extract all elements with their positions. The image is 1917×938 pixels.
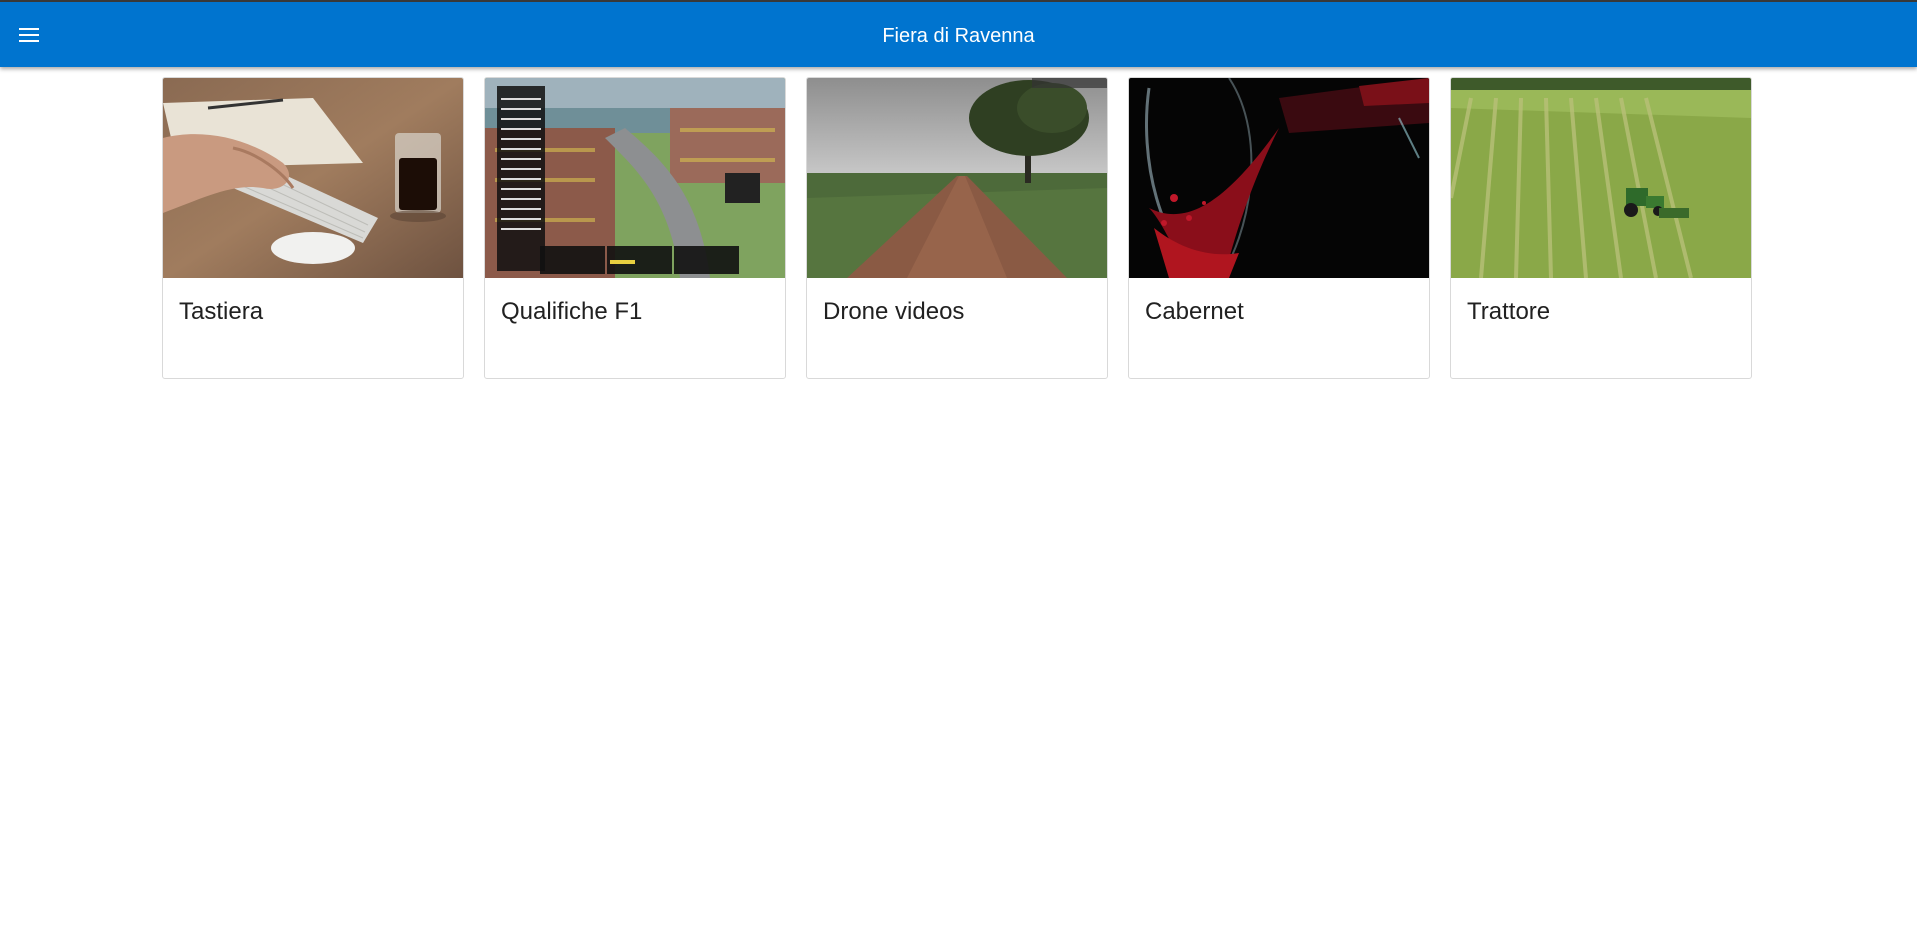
video-card-cabernet[interactable]: Cabernet [1128,77,1430,379]
app-bar: Fiera di Ravenna [0,2,1917,67]
card-title: Cabernet [1145,298,1244,325]
video-card-tastiera[interactable]: Tastiera [162,77,464,379]
red-wine-pour-thumbnail[interactable] [1129,78,1429,278]
tractor-field-thumbnail[interactable] [1451,78,1751,278]
app-title: Fiera di Ravenna [882,25,1035,47]
video-card-qualifiche-f1[interactable]: Qualifiche F1 [484,77,786,379]
video-card-drone-videos[interactable]: Drone videos [806,77,1108,379]
card-title: Trattore [1467,298,1551,325]
video-card-trattore[interactable]: Trattore [1450,77,1752,379]
video-card-grid: Tastiera Qualifiche F1 Drone videos Cabe… [162,77,1752,379]
card-title: Drone videos [823,298,965,325]
card-title: Qualifiche F1 [501,298,643,325]
dirt-road-drone-thumbnail[interactable] [807,78,1107,278]
f1-qualifying-thumbnail[interactable] [485,78,785,278]
keyboard-and-coffee-thumbnail[interactable] [163,78,463,278]
card-title: Tastiera [179,298,264,325]
